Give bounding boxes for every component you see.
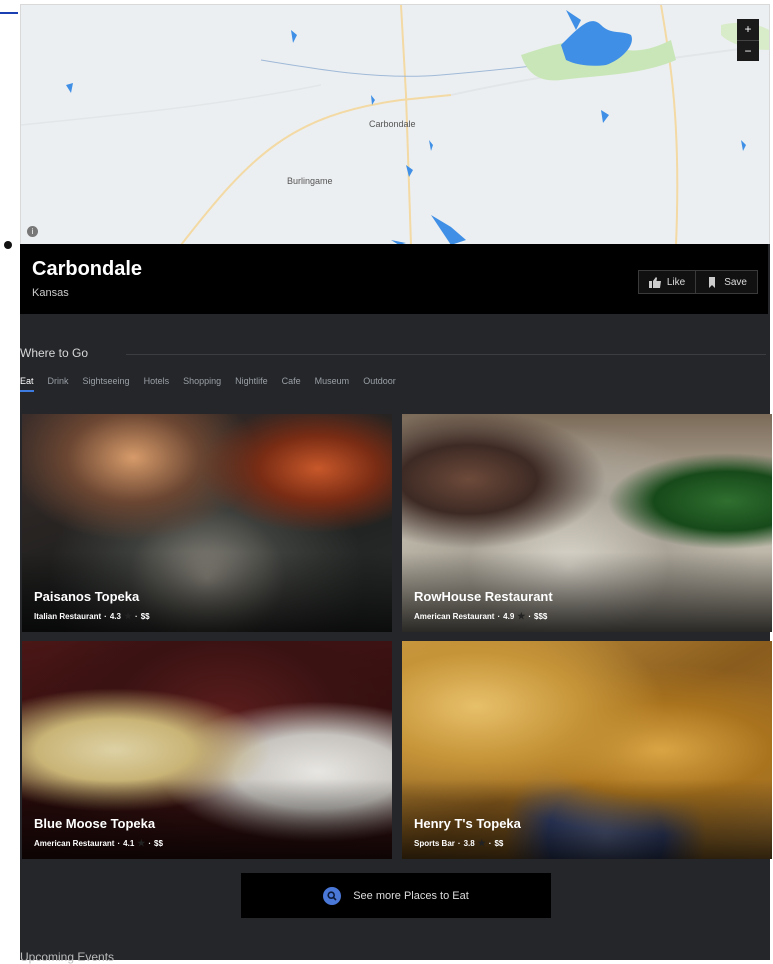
- place-type: Sports Bar: [414, 839, 455, 848]
- tab-cafe[interactable]: Cafe: [282, 376, 301, 392]
- place-rating: 4.9: [503, 612, 515, 621]
- zoom-out-button[interactable]: −: [737, 41, 759, 62]
- place-price: $$: [140, 612, 150, 621]
- place-card-henry-ts[interactable]: Henry T's Topeka Sports Bar · 3.8 ★ · $$: [402, 641, 772, 859]
- place-card-paisanos[interactable]: Paisanos Topeka Italian Restaurant · 4.3 …: [22, 414, 392, 632]
- where-to-go-title: Where to Go: [20, 346, 89, 360]
- place-meta: American Restaurant · 4.1 ★ · $$: [34, 838, 163, 848]
- place-type: American Restaurant: [414, 612, 495, 621]
- zoom-in-button[interactable]: +: [737, 19, 759, 41]
- place-rating: 3.8: [463, 839, 475, 848]
- place-rating: 4.3: [109, 612, 121, 621]
- save-label: Save: [724, 276, 747, 288]
- tab-drink[interactable]: Drink: [48, 376, 69, 392]
- place-rating: 4.1: [123, 839, 135, 848]
- place-meta: Italian Restaurant · 4.3 ★ · $$: [34, 611, 150, 621]
- tab-shopping[interactable]: Shopping: [183, 376, 221, 392]
- place-meta: American Restaurant · 4.9 ★ · $$$: [414, 611, 548, 621]
- city-panel: Carbondale Kansas Like Save Where to Go …: [20, 244, 772, 964]
- city-state: Kansas: [32, 287, 69, 299]
- tab-outdoor[interactable]: Outdoor: [363, 376, 396, 392]
- page-left-edge: [0, 0, 20, 960]
- city-actions: Like Save: [637, 270, 758, 294]
- place-type: American Restaurant: [34, 839, 115, 848]
- place-card-blue-moose[interactable]: Blue Moose Topeka American Restaurant · 4…: [22, 641, 392, 859]
- tab-hotels[interactable]: Hotels: [144, 376, 170, 392]
- see-more-button[interactable]: See more Places to Eat: [241, 873, 551, 918]
- like-label: Like: [666, 276, 686, 288]
- save-button[interactable]: Save: [695, 271, 757, 293]
- star-icon: ★: [477, 838, 486, 848]
- thumbs-up-icon: [648, 276, 661, 288]
- place-price: $$: [154, 839, 163, 848]
- zoom-control: + −: [737, 19, 759, 61]
- place-meta: Sports Bar · 3.8 ★ · $$: [414, 838, 504, 848]
- star-icon: ★: [123, 611, 133, 621]
- city-header: Carbondale Kansas Like Save: [20, 244, 768, 314]
- place-price: $$: [494, 839, 504, 848]
- map-info-icon[interactable]: i: [27, 226, 38, 237]
- place-price: $$$: [534, 612, 548, 621]
- map[interactable]: Carbondale Burlingame + − i: [20, 4, 770, 246]
- category-tabs: Eat Drink Sightseeing Hotels Shopping Ni…: [20, 376, 396, 392]
- map-label-carbondale: Carbondale: [369, 119, 416, 129]
- corner-link[interactable]: [0, 0, 18, 14]
- tab-sightseeing[interactable]: Sightseeing: [83, 376, 130, 392]
- like-button[interactable]: Like: [638, 271, 696, 293]
- place-name: Paisanos Topeka: [34, 589, 140, 604]
- star-icon: ★: [517, 611, 526, 621]
- place-type: Italian Restaurant: [34, 612, 102, 621]
- map-label-burlingame: Burlingame: [287, 176, 333, 186]
- bullet-dot: [4, 241, 12, 249]
- star-icon: ★: [137, 838, 146, 848]
- place-name: RowHouse Restaurant: [414, 589, 553, 604]
- search-icon: [323, 886, 342, 905]
- bookmark-icon: [709, 276, 716, 288]
- place-name: Henry T's Topeka: [414, 816, 521, 831]
- see-more-label: See more Places to Eat: [353, 889, 469, 902]
- place-name: Blue Moose Topeka: [34, 816, 156, 831]
- tab-museum[interactable]: Museum: [315, 376, 350, 392]
- city-name: Carbondale: [32, 258, 143, 280]
- upcoming-events-title: Upcoming Events: [20, 950, 115, 964]
- tab-eat[interactable]: Eat: [20, 376, 34, 392]
- place-card-rowhouse[interactable]: RowHouse Restaurant American Restaurant ·…: [402, 414, 772, 632]
- tab-nightlife[interactable]: Nightlife: [235, 376, 268, 392]
- section-divider: [126, 354, 766, 355]
